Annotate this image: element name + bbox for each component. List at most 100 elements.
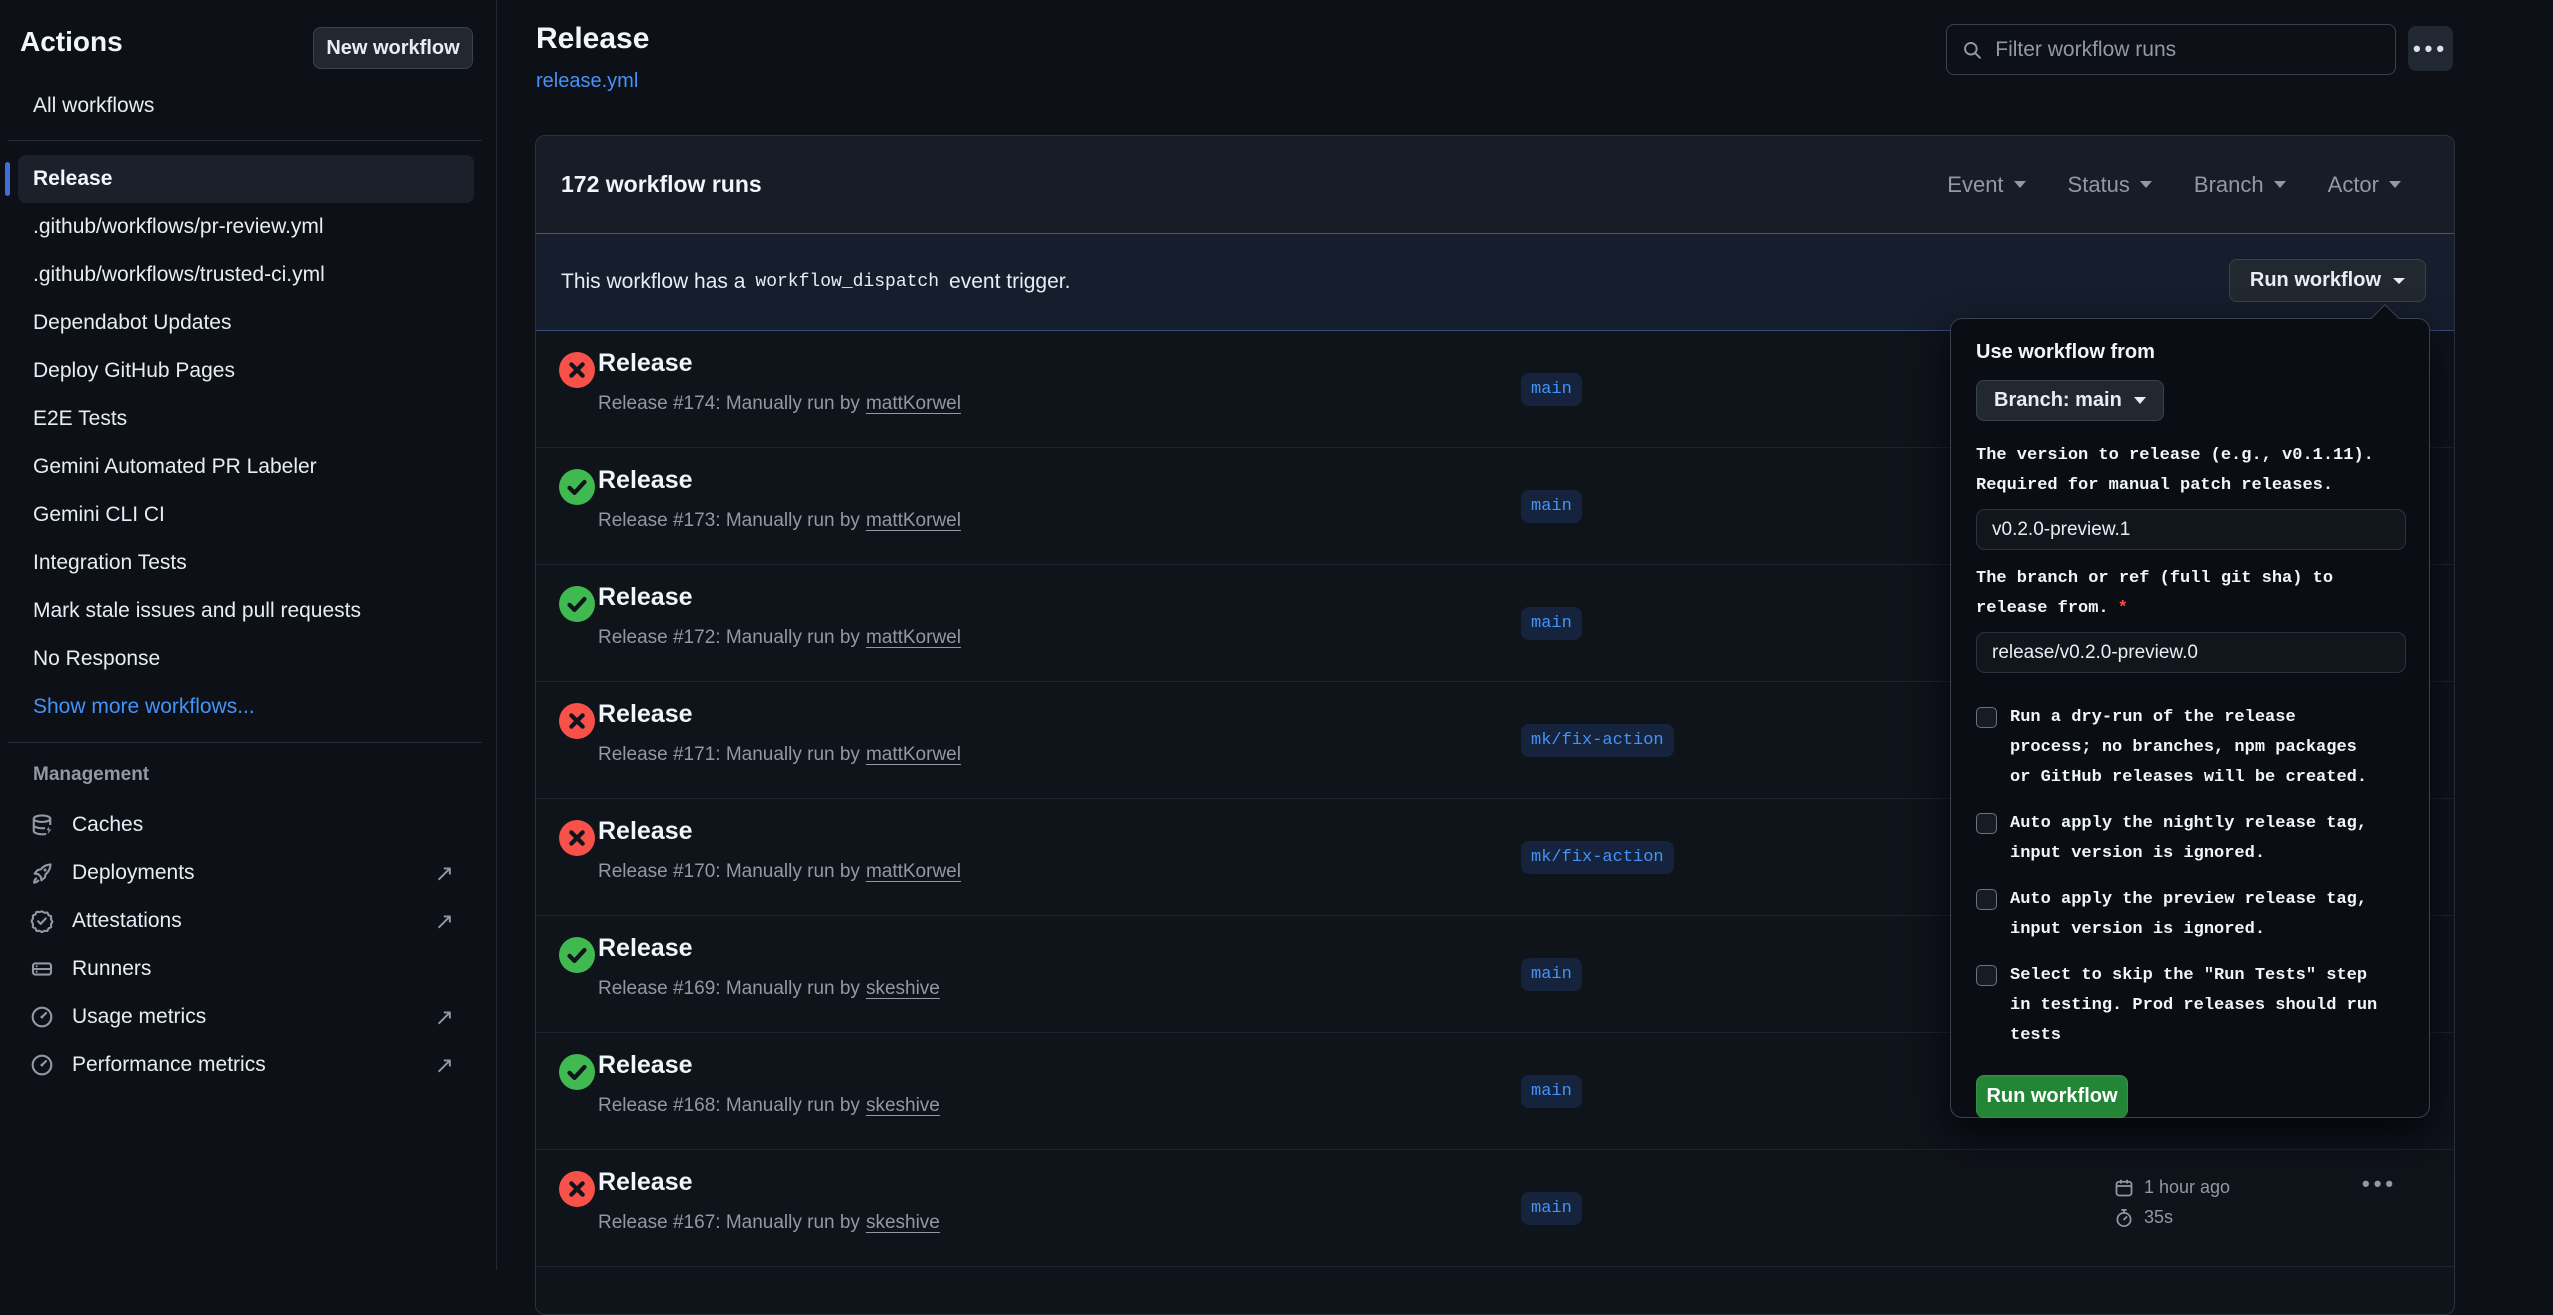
branch-badge[interactable]: main: [1521, 1075, 1582, 1108]
management-label: Attestations: [72, 909, 182, 933]
run-workflow-dropdown-button[interactable]: Run workflow: [2229, 259, 2426, 302]
management-list: Caches: [18, 801, 480, 1089]
runs-filter-dropdown[interactable]: Status: [2068, 172, 2152, 198]
sidebar-management-item[interactable]: Attestations ↗: [18, 897, 480, 945]
run-title-link[interactable]: Release: [598, 466, 693, 495]
run-title-link[interactable]: Release: [598, 1168, 693, 1197]
run-actor-link[interactable]: mattKorwel: [866, 744, 961, 765]
management-icon: [30, 1005, 54, 1029]
checkbox[interactable]: [1976, 707, 1997, 728]
run-title-link[interactable]: Release: [598, 1051, 693, 1080]
branch-badge[interactable]: main: [1521, 607, 1582, 640]
run-actor-link[interactable]: mattKorwel: [866, 861, 961, 882]
run-title-link[interactable]: Release: [598, 934, 693, 963]
sidebar-workflow-item[interactable]: Show more workflows...: [18, 683, 474, 731]
sidebar-workflow-item[interactable]: Deploy GitHub Pages: [18, 347, 474, 395]
run-description-text: Release #173: Manually run by: [598, 510, 860, 531]
checkbox[interactable]: [1976, 965, 1997, 986]
branch-badge[interactable]: main: [1521, 490, 1582, 523]
sidebar-workflow-item[interactable]: E2E Tests: [18, 395, 474, 443]
run-time: 1 hour ago: [2114, 1177, 2230, 1198]
dialog-title: Use workflow from: [1976, 341, 2404, 364]
banner-text-before: This workflow has a: [561, 270, 745, 294]
rocket-icon: [30, 861, 54, 885]
branch-badge[interactable]: mk/fix-action: [1521, 841, 1674, 874]
run-actor-link[interactable]: mattKorwel: [866, 510, 961, 531]
run-meta: 1 hour ago 35s: [2114, 1177, 2230, 1228]
chevron-down-icon: [2393, 278, 2405, 284]
success-icon: [559, 469, 595, 505]
dialog-checkbox-row[interactable]: Select to skip the "Run Tests" step in t…: [1976, 961, 2404, 1051]
sidebar-workflow-label: Mark stale issues and pull requests: [33, 599, 361, 623]
dialog-run-workflow-button[interactable]: Run workflow: [1976, 1075, 2128, 1118]
run-actor-link[interactable]: skeshive: [866, 1212, 940, 1233]
management-icon: [30, 861, 54, 885]
runs-filter-dropdown[interactable]: Event: [1947, 172, 2025, 198]
run-actor-link[interactable]: mattKorwel: [866, 627, 961, 648]
run-description-text: Release #171: Manually run by: [598, 744, 860, 765]
sidebar-workflow-item[interactable]: No Response: [18, 635, 474, 683]
runs-filters: Event Status Branch Actor: [1947, 172, 2401, 198]
branch-badge[interactable]: main: [1521, 958, 1582, 991]
sidebar-management-item[interactable]: Caches: [18, 801, 480, 849]
branch-badge[interactable]: main: [1521, 373, 1582, 406]
sidebar-workflow-item[interactable]: Gemini CLI CI: [18, 491, 474, 539]
runs-filter-dropdown[interactable]: Actor: [2328, 172, 2401, 198]
field-label: The version to release (e.g., v0.1.11). …: [1976, 441, 2404, 501]
sidebar-item-all-workflows[interactable]: All workflows: [33, 94, 154, 118]
run-description: Release #167: Manually run byskeshive: [598, 1212, 940, 1234]
filter-workflow-runs-input[interactable]: [1995, 38, 2380, 62]
workflow-run-row: Release Release #167: Manually run byske…: [536, 1150, 2454, 1267]
run-status-icon: [559, 703, 595, 739]
run-actor-link[interactable]: skeshive: [866, 978, 940, 999]
runs-filter-dropdown[interactable]: Branch: [2194, 172, 2286, 198]
run-title-link[interactable]: Release: [598, 700, 693, 729]
dialog-checkbox-row[interactable]: Auto apply the nightly release tag, inpu…: [1976, 809, 2404, 869]
runs-filter-label: Actor: [2328, 172, 2379, 198]
sidebar-management-item[interactable]: Usage metrics ↗: [18, 993, 480, 1041]
field-input[interactable]: [1976, 632, 2406, 673]
actions-sidebar: Actions New workflow All workflows Relea…: [0, 0, 497, 1270]
run-description: Release #168: Manually run byskeshive: [598, 1095, 940, 1117]
sidebar-workflow-item[interactable]: Release: [18, 155, 474, 203]
sidebar-management-item[interactable]: Deployments ↗: [18, 849, 480, 897]
checkbox[interactable]: [1976, 889, 1997, 910]
sidebar-management-item[interactable]: Performance metrics ↗: [18, 1041, 480, 1089]
sidebar-workflow-item[interactable]: .github/workflows/pr-review.yml: [18, 203, 474, 251]
run-description: Release #171: Manually run by mattKorwel: [598, 744, 961, 766]
branch-badge[interactable]: main: [1521, 1192, 1582, 1225]
sidebar-workflow-item[interactable]: .github/workflows/trusted-ci.yml: [18, 251, 474, 299]
failed-icon: [559, 352, 595, 388]
checkbox-label: Auto apply the nightly release tag, inpu…: [2010, 809, 2404, 869]
dialog-checkbox-row[interactable]: Run a dry-run of the release process; no…: [1976, 703, 2404, 793]
run-description: Release #174: Manually run bymattKorwel: [598, 393, 961, 415]
success-icon: [559, 937, 595, 973]
sidebar-workflow-item[interactable]: Integration Tests: [18, 539, 474, 587]
workflow-options-kebab-button[interactable]: •••: [2408, 26, 2453, 71]
run-description-text: Release #169: Manually run by: [598, 978, 860, 999]
dialog-branch-selector[interactable]: Branch: main: [1976, 380, 2164, 421]
run-title-link[interactable]: Release: [598, 583, 693, 612]
sidebar-management-item[interactable]: Runners: [18, 945, 480, 993]
verified-icon: [30, 909, 54, 933]
dialog-field: The version to release (e.g., v0.1.11). …: [1976, 441, 2404, 564]
workflow-dispatch-banner: This workflow has a workflow_dispatch ev…: [536, 233, 2454, 331]
field-input[interactable]: [1976, 509, 2406, 550]
checkbox[interactable]: [1976, 813, 1997, 834]
run-actor-link[interactable]: mattKorwel: [866, 393, 961, 414]
sidebar-workflow-label: Gemini Automated PR Labeler: [33, 455, 317, 479]
run-actor-link[interactable]: skeshive: [866, 1095, 940, 1116]
branch-badge[interactable]: mk/fix-action: [1521, 724, 1674, 757]
sidebar-workflow-item[interactable]: Gemini Automated PR Labeler: [18, 443, 474, 491]
new-workflow-button[interactable]: New workflow: [313, 27, 473, 69]
dialog-checkbox-row[interactable]: Auto apply the preview release tag, inpu…: [1976, 885, 2404, 945]
sidebar-workflow-label: Release: [33, 167, 112, 191]
sidebar-workflow-item[interactable]: Dependabot Updates: [18, 299, 474, 347]
workflow-file-link[interactable]: release.yml: [536, 70, 638, 93]
run-status-icon: [559, 820, 595, 856]
management-heading: Management: [33, 764, 149, 786]
sidebar-workflow-item[interactable]: Mark stale issues and pull requests: [18, 587, 474, 635]
run-title-link[interactable]: Release: [598, 349, 693, 378]
run-title-link[interactable]: Release: [598, 817, 693, 846]
filter-workflow-runs-field[interactable]: [1946, 24, 2396, 75]
